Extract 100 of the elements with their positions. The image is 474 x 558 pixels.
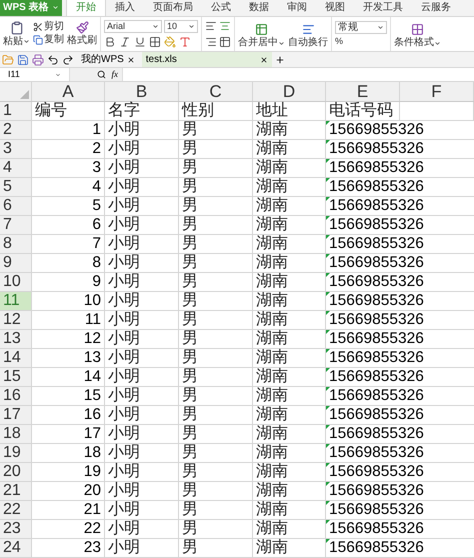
search-icon[interactable]	[96, 70, 106, 79]
menu-tab[interactable]: 公式	[202, 0, 240, 16]
document-tab[interactable]: test.xls	[142, 52, 272, 67]
new-tab-icon[interactable]	[274, 54, 285, 64]
column-header[interactable]: C	[179, 82, 253, 101]
column-header[interactable]: D	[253, 82, 326, 101]
table-cell: 男	[182, 350, 198, 366]
row-header[interactable]: 8	[0, 235, 32, 254]
font-size-field[interactable]: 10	[164, 20, 198, 33]
table-cell: 小明	[108, 388, 140, 404]
percent-button[interactable]: %	[335, 37, 387, 46]
menu-tab[interactable]: 云服务	[412, 0, 460, 16]
borders-icon[interactable]	[149, 36, 161, 48]
row-header[interactable]: 11	[0, 292, 32, 311]
row-header[interactable]: 6	[0, 197, 32, 216]
row-header[interactable]: 13	[0, 330, 32, 349]
conditional-format-button[interactable]: 条件格式	[391, 16, 444, 51]
font-color-icon[interactable]	[179, 36, 191, 48]
table-cell: 男	[182, 445, 198, 461]
menu-tab[interactable]: 数据	[240, 0, 278, 16]
table-cell: 男	[182, 274, 198, 290]
table-cell: 15669855326	[329, 122, 424, 138]
table-cell: 13	[84, 350, 101, 366]
wrap-text-button[interactable]: 自动换行	[288, 23, 328, 48]
function-label[interactable]: fx	[112, 70, 118, 79]
paste-button[interactable]: 粘贴	[3, 20, 30, 47]
row-header[interactable]: 24	[0, 539, 32, 558]
row-header[interactable]: 12	[0, 311, 32, 330]
redo-icon[interactable]	[62, 54, 74, 66]
align-left-icon[interactable]	[205, 20, 217, 32]
row-header[interactable]: 2	[0, 121, 32, 140]
align-right-icon[interactable]	[205, 36, 217, 48]
row-header[interactable]: 5	[0, 178, 32, 197]
number-format-field[interactable]: 常规	[335, 21, 387, 34]
menu-tab[interactable]: 开始	[66, 0, 106, 16]
row-header[interactable]: 4	[0, 159, 32, 178]
row-header[interactable]: 23	[0, 520, 32, 539]
app-menu-button[interactable]: WPS 表格	[0, 0, 62, 16]
row-header[interactable]: 20	[0, 463, 32, 482]
menu-tab[interactable]: 视图	[316, 0, 354, 16]
row-header[interactable]: 16	[0, 387, 32, 406]
underline-icon[interactable]	[134, 36, 146, 48]
print-icon[interactable]	[32, 54, 44, 66]
row-header[interactable]: 18	[0, 425, 32, 444]
table-cell: 小明	[108, 236, 140, 252]
row-header[interactable]: 1	[0, 102, 32, 121]
table-cell: 15669855326	[329, 464, 424, 480]
error-indicator-icon	[326, 501, 330, 505]
menu-tab[interactable]: 页面布局	[144, 0, 202, 16]
error-indicator-icon	[326, 482, 330, 486]
copy-button[interactable]: 复制	[33, 35, 64, 46]
error-indicator-icon	[326, 159, 330, 163]
table-cell: 湖南	[256, 483, 288, 499]
close-icon[interactable]	[260, 56, 268, 64]
table-cell: 男	[182, 369, 198, 385]
format-painter-button[interactable]: 格式刷	[67, 21, 97, 46]
caret-icon	[23, 38, 30, 46]
font-name-field[interactable]: Arial	[104, 20, 162, 33]
fill-color-icon[interactable]	[164, 36, 176, 48]
table-icon[interactable]	[219, 36, 231, 48]
row-header[interactable]: 3	[0, 140, 32, 159]
row-header[interactable]: 14	[0, 349, 32, 368]
row-header[interactable]: 15	[0, 368, 32, 387]
menu-tab[interactable]: 审阅	[278, 0, 316, 16]
cut-button[interactable]: 剪切	[33, 22, 64, 32]
column-header[interactable]: F	[400, 82, 474, 101]
menu-tab[interactable]: 开发工具	[354, 0, 412, 16]
row-header[interactable]: 19	[0, 444, 32, 463]
table-cell: 男	[182, 198, 198, 214]
row-header[interactable]: 21	[0, 482, 32, 501]
document-tab[interactable]: 我的WPS	[77, 52, 139, 67]
table-cell: 小明	[108, 350, 140, 366]
row-header[interactable]: 10	[0, 273, 32, 292]
row-header[interactable]: 17	[0, 406, 32, 425]
error-indicator-icon	[326, 216, 330, 220]
table-cell: 男	[182, 540, 198, 556]
table-cell: 男	[182, 521, 198, 537]
column-header[interactable]: A	[32, 82, 105, 101]
table-cell: 小明	[108, 426, 140, 442]
save-icon[interactable]	[17, 54, 29, 66]
column-header[interactable]: B	[105, 82, 179, 101]
row-header[interactable]: 22	[0, 501, 32, 520]
table-cell: 4	[92, 179, 101, 195]
caret-icon	[434, 40, 441, 46]
undo-icon[interactable]	[47, 54, 59, 66]
table-cell: 19	[84, 464, 101, 480]
bold-icon[interactable]	[104, 36, 116, 48]
column-header[interactable]: E	[326, 82, 400, 101]
table-cell: 15669855326	[329, 445, 424, 461]
row-header[interactable]: 7	[0, 216, 32, 235]
caret-icon	[55, 72, 61, 78]
menu-tab[interactable]: 插入	[106, 0, 144, 16]
caret-icon	[377, 24, 384, 32]
italic-icon[interactable]	[119, 36, 131, 48]
row-header[interactable]: 9	[0, 254, 32, 273]
close-icon[interactable]	[126, 56, 135, 64]
merge-center-button[interactable]: 合并居中	[238, 23, 285, 48]
table-cell: 小明	[108, 122, 140, 138]
table-cell: 小明	[108, 521, 140, 537]
copy-icon	[33, 35, 43, 46]
